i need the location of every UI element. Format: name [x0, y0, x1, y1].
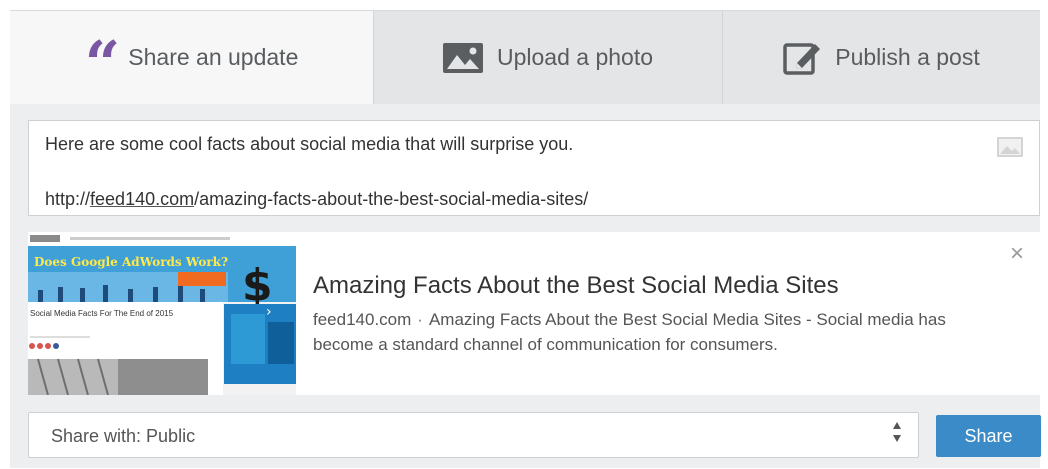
- link-preview-thumbnail[interactable]: Does Google AdWords Work? $ Social Media…: [28, 232, 296, 395]
- preview-description-block: feed140.com · Amazing Facts About the Best…: [313, 307, 993, 357]
- update-text: Here are some cool facts about social me…: [45, 134, 574, 154]
- update-textarea[interactable]: Here are some cool facts about social me…: [28, 120, 1040, 216]
- preview-title[interactable]: Amazing Facts About the Best Social Medi…: [313, 272, 839, 300]
- share-tabs: “ Share an update Upload a photo Publish…: [10, 11, 1040, 104]
- share-button[interactable]: Share: [936, 415, 1041, 457]
- svg-text:›: ›: [266, 304, 272, 320]
- thumb-headline-text: Social Media Facts For The End of 2015: [30, 309, 174, 318]
- link-preview-card: Does Google AdWords Work? $ Social Media…: [28, 232, 1040, 395]
- preview-separator: ·: [417, 310, 423, 329]
- share-panel: “ Share an update Upload a photo Publish…: [10, 10, 1041, 468]
- preview-domain: feed140.com: [313, 310, 412, 329]
- link-prefix: http://: [45, 189, 91, 209]
- pencil-square-icon: [783, 39, 821, 77]
- tab-upload-photo-label: Upload a photo: [496, 44, 653, 70]
- thumb-banner-text: Does Google AdWords Work?: [34, 255, 228, 269]
- tab-share-update-label: Share an update: [128, 44, 299, 70]
- tab-publish-post[interactable]: Publish a post: [722, 11, 1040, 104]
- photo-icon: [442, 42, 483, 73]
- link-path: /amazing-facts-about-the-best-social-med…: [194, 189, 589, 209]
- preview-close-button[interactable]: ×: [1010, 242, 1024, 266]
- tab-upload-photo[interactable]: Upload a photo: [373, 11, 722, 104]
- tab-share-update[interactable]: “ Share an update: [10, 11, 373, 104]
- quote-icon: “: [84, 26, 121, 100]
- link-domain: feed140.com: [90, 189, 195, 209]
- image-icon[interactable]: [997, 137, 1023, 162]
- share-with-select[interactable]: Share with: Public: [28, 412, 919, 458]
- update-link: http://feed140.com/amazing-facts-about-t…: [45, 186, 588, 213]
- share-with-label: Share with: Public: [51, 426, 196, 446]
- tab-publish-post-label: Publish a post: [835, 44, 980, 70]
- select-arrows-icon: [892, 421, 902, 445]
